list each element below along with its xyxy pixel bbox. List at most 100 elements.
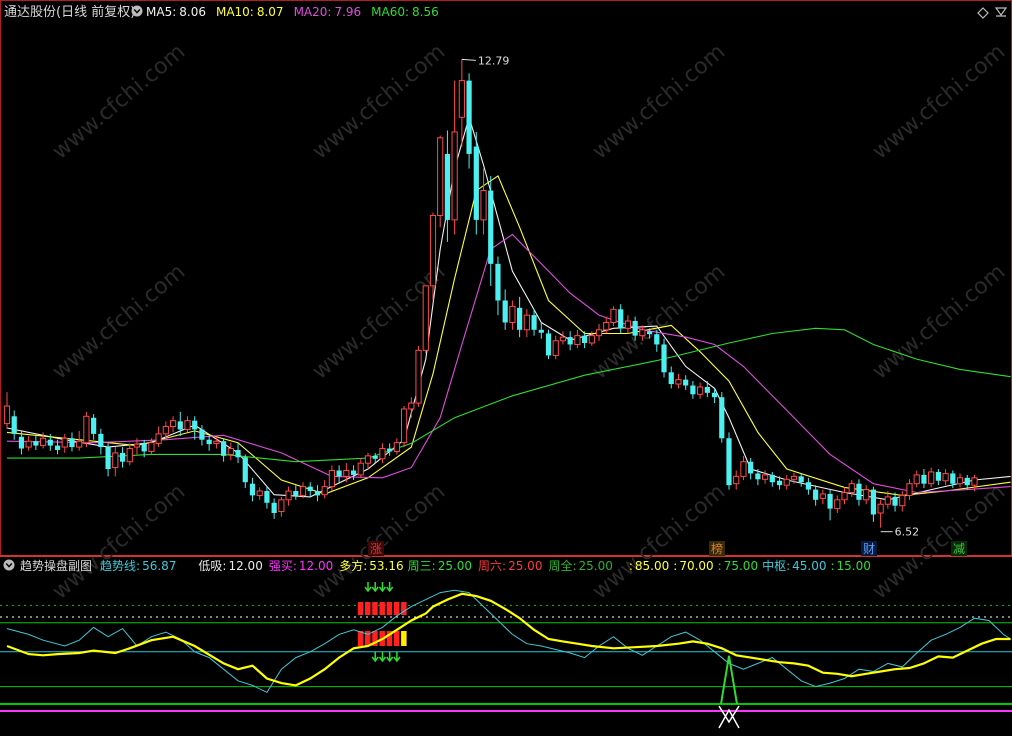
candle — [863, 485, 870, 505]
candle-body — [141, 443, 147, 452]
diamond-icon[interactable] — [977, 7, 989, 19]
candle — [264, 486, 270, 509]
candle-body — [559, 336, 567, 342]
candle — [661, 338, 667, 378]
candle — [595, 323, 603, 341]
candle-body — [834, 499, 841, 510]
candle-body — [321, 486, 328, 496]
candle-body — [870, 489, 876, 515]
high-price-label: 12.79 — [478, 54, 510, 67]
candle — [495, 256, 501, 316]
candle — [33, 435, 39, 450]
level3-label: : — [718, 559, 722, 573]
candle-body — [884, 496, 891, 505]
watermark-text: www.cfchi.com — [588, 479, 730, 604]
candle — [336, 465, 342, 484]
candle — [899, 491, 906, 512]
candle — [783, 474, 790, 490]
candle — [221, 438, 227, 462]
candle — [249, 477, 256, 502]
candle — [942, 469, 949, 486]
candle-body — [603, 321, 610, 331]
level1-label: : — [629, 559, 633, 573]
candle-body — [256, 490, 263, 496]
candle-body — [408, 402, 415, 410]
candle — [192, 416, 198, 440]
signal-bar-lower — [357, 631, 364, 646]
candle-body — [54, 445, 61, 450]
marker-bang[interactable]: 榜 — [711, 541, 723, 556]
candle — [169, 416, 177, 433]
marker-cai[interactable]: 财 — [863, 542, 875, 556]
candle — [393, 438, 400, 455]
candle — [83, 411, 90, 448]
candle-body — [740, 461, 747, 477]
candle-body — [675, 379, 682, 385]
sub-indicator-panel — [0, 582, 1012, 729]
candle-body — [762, 474, 769, 480]
candle — [834, 495, 841, 514]
down-arrow-icon — [371, 582, 379, 593]
sub-title: 趋势操盘副图 — [20, 558, 92, 573]
candle-body — [495, 263, 501, 301]
candle-body — [668, 372, 674, 385]
candle-body — [25, 440, 32, 448]
candle — [928, 467, 935, 488]
candle-body — [40, 437, 47, 447]
candle-body — [610, 308, 617, 323]
candle-body — [545, 333, 552, 356]
candle-body — [372, 455, 378, 459]
candle — [545, 329, 552, 360]
candle-body — [357, 462, 364, 476]
candle — [517, 296, 523, 338]
candle — [227, 442, 234, 461]
high-pointer — [461, 58, 476, 61]
candle-body — [632, 321, 638, 336]
candle-body — [726, 438, 732, 486]
candle-body — [509, 305, 516, 323]
candle-body — [192, 420, 198, 430]
candle-body — [184, 420, 191, 430]
trend-value: 56.87 — [142, 559, 176, 573]
ma-toggle-icon[interactable] — [131, 5, 143, 17]
candle-body — [387, 448, 393, 452]
candle-body — [595, 329, 603, 337]
candle-body — [971, 477, 978, 486]
expand-icon[interactable] — [994, 7, 1008, 17]
stock-title: 通达股份(日线 前复权) — [4, 4, 135, 20]
ma20-label: MA20: — [294, 5, 332, 19]
candle — [91, 414, 97, 440]
candle-body — [133, 443, 141, 448]
candle-body — [299, 486, 307, 496]
marker-zhang[interactable]: 涨 — [370, 541, 382, 556]
candle-body — [364, 455, 372, 464]
candle-body — [437, 137, 444, 216]
signal-bar-lower — [393, 631, 400, 646]
candle — [819, 489, 826, 505]
candle — [502, 289, 508, 330]
signal-bar-lower — [401, 631, 407, 646]
candle — [343, 463, 350, 483]
watermark-text: www.cfchi.com — [48, 479, 190, 604]
candle-body — [336, 470, 342, 477]
candle-body — [942, 472, 949, 482]
candle-body — [162, 426, 169, 435]
candle — [538, 322, 544, 339]
candle — [740, 455, 747, 481]
candle-body — [798, 476, 804, 483]
signal-bar-upper — [386, 602, 393, 615]
sub-toggle-icon[interactable] — [3, 559, 15, 571]
candle — [11, 410, 17, 440]
level1-value: 85.00 — [635, 559, 669, 573]
ma-legend: MA5: 8.06 MA10: 8.07 MA20: 7.96 MA60: 8.56 — [146, 5, 439, 19]
candle-body — [451, 131, 458, 221]
candle-body — [841, 491, 848, 501]
candle — [206, 435, 212, 451]
trend-line — [6, 592, 1011, 687]
ma10-label: MA10: — [216, 5, 254, 19]
ma5-label: MA5: — [146, 5, 176, 19]
candle — [748, 458, 754, 480]
marker-jian[interactable]: 减 — [953, 542, 965, 556]
signal-bar-upper — [393, 602, 400, 615]
candle — [177, 411, 183, 437]
